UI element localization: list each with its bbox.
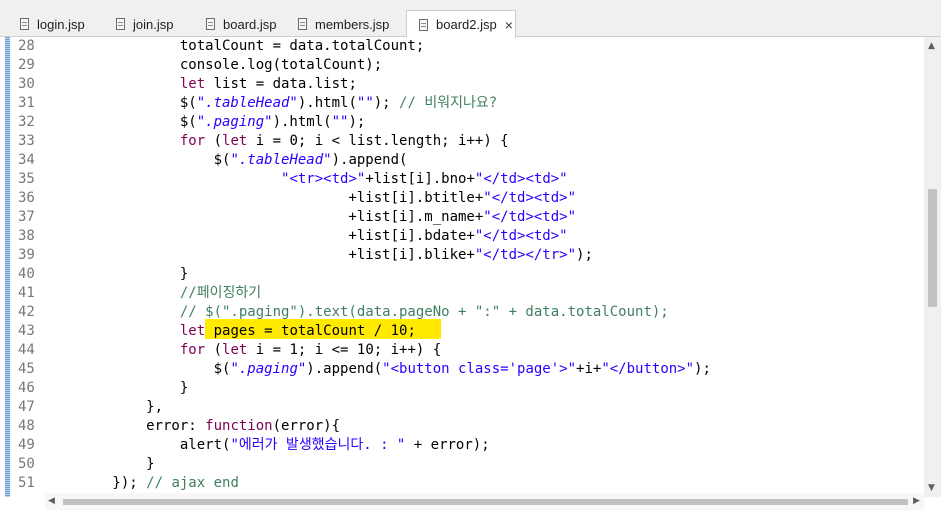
tab-label: login.jsp [37,16,85,32]
tab-label: board.jsp [223,16,277,32]
code-line[interactable]: let list = data.list; [45,75,357,94]
line-number: 44 [18,342,35,358]
code-line[interactable]: +list[i].bdate+"</td><td>" [45,227,567,246]
code-line[interactable]: // $(".paging").text(data.pageNo + ":" +… [45,303,669,322]
line-number: 37 [18,209,35,225]
code-line[interactable]: $(".paging").append("<button class='page… [45,360,711,379]
code-line[interactable]: totalCount = data.totalCount; [45,37,424,56]
line-number: 49 [18,437,35,453]
code-line[interactable]: let pages = totalCount / 10; [45,322,416,341]
tab-label: join.jsp [133,16,174,32]
line-number: 42 [18,304,35,320]
horizontal-scroll-thumb[interactable] [63,499,908,505]
line-number: 30 [18,76,35,92]
tab-join-jsp[interactable]: join.jsp [104,11,194,37]
line-number: 40 [18,266,35,282]
code-area[interactable]: totalCount = data.totalCount; console.lo… [45,37,924,497]
line-number: 48 [18,418,35,434]
change-marker-ruler [5,37,10,497]
line-number: 43 [18,323,35,339]
code-line[interactable]: console.log(totalCount); [45,56,382,75]
line-number: 36 [18,190,35,206]
scroll-up-arrow-icon[interactable]: ▲ [928,41,935,51]
line-number: 39 [18,247,35,263]
line-number: 28 [18,38,35,54]
code-line[interactable]: $(".tableHead").append( [45,151,408,170]
jsp-file-icon [419,18,428,31]
code-line[interactable]: +list[i].btitle+"</td><td>" [45,189,576,208]
jsp-file-icon [20,18,29,30]
jsp-file-icon [116,18,125,30]
line-number: 46 [18,380,35,396]
scroll-left-arrow-icon[interactable]: ◀ [48,496,55,506]
code-line[interactable]: $(".paging").html(""); [45,113,365,132]
line-number: 45 [18,361,35,377]
tab-board-jsp[interactable]: board.jsp [194,11,286,37]
code-line[interactable]: alert("에러가 발생했습니다. : " + error); [45,436,490,455]
code-line[interactable]: //페이징하기 [45,284,261,303]
code-line[interactable]: } [45,455,154,474]
scroll-right-arrow-icon[interactable]: ▶ [913,496,920,506]
tab-board2-jsp[interactable]: board2.jsp × [406,10,516,38]
line-number: 38 [18,228,35,244]
close-tab-icon[interactable]: × [505,17,513,33]
code-editor[interactable]: 28 29 30 31 32 33 34 35 36 37 38 39 40 41 42 43 44 45 46 47… [0,37,941,513]
code-line[interactable]: } [45,379,188,398]
code-line[interactable]: +list[i].m_name+"</td><td>" [45,208,576,227]
tab-label: board2.jsp [436,17,497,32]
vertical-scroll-thumb[interactable] [928,189,937,307]
line-number: 33 [18,133,35,149]
tab-members-jsp[interactable]: members.jsp [286,11,406,37]
scroll-down-arrow-icon[interactable]: ▼ [928,483,935,493]
line-number: 31 [18,95,35,111]
line-number: 50 [18,456,35,472]
line-number: 51 [18,475,35,491]
line-number: 32 [18,114,35,130]
line-number: 29 [18,57,35,73]
code-line[interactable]: for (let i = 1; i <= 10; i++) { [45,341,441,360]
horizontal-scrollbar[interactable]: ◀ ▶ [45,493,924,510]
code-line[interactable]: $(".tableHead").html(""); // 비워지나요? [45,94,497,113]
code-line[interactable]: } [45,265,188,284]
code-line[interactable]: "<tr><td>"+list[i].bno+"</td><td>" [45,170,568,189]
line-number: 34 [18,152,35,168]
jsp-file-icon [206,18,215,30]
code-line[interactable]: }, [45,398,163,417]
jsp-file-icon [298,18,307,30]
line-number: 47 [18,399,35,415]
tab-label: members.jsp [315,16,390,32]
code-line[interactable]: error: function(error){ [45,417,340,436]
line-number: 41 [18,285,35,301]
code-line[interactable]: +list[i].blike+"</td></tr>"); [45,246,592,265]
editor-tab-bar: login.jsp join.jsp board.jsp members.jsp… [0,0,941,38]
tab-login-jsp[interactable]: login.jsp [8,11,104,37]
code-line[interactable]: for (let i = 0; i < list.length; i++) { [45,132,509,151]
vertical-scrollbar[interactable]: ▲ ▼ [924,37,941,497]
line-number: 35 [18,171,35,187]
code-line[interactable]: }); // ajax end [45,474,238,493]
